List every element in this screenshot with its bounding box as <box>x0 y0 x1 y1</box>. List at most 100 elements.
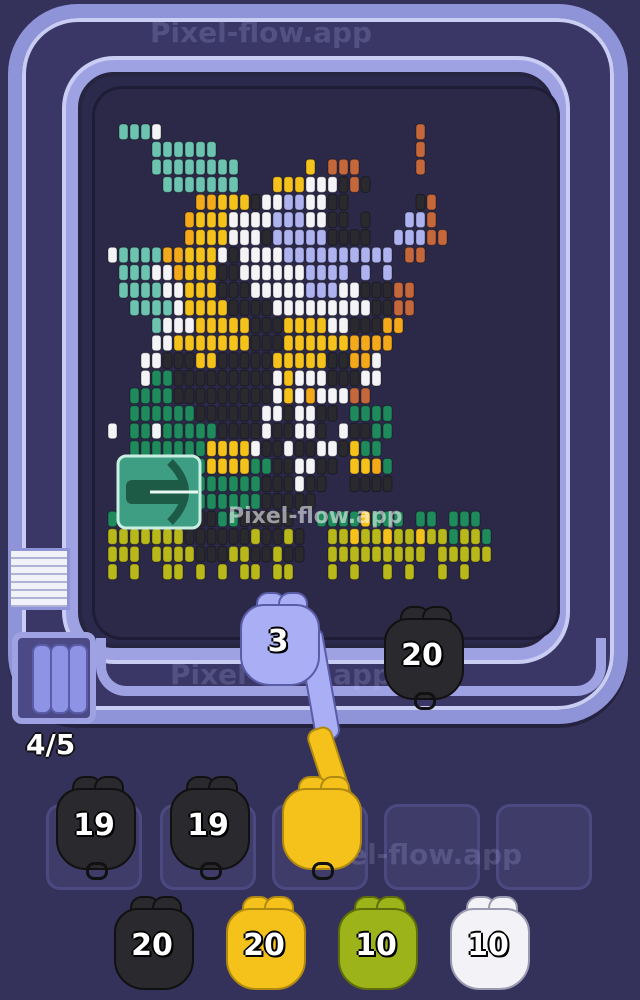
pixel-block <box>261 193 272 211</box>
pixel-block <box>129 422 140 440</box>
pixel-block <box>206 545 217 563</box>
pixel-block <box>360 334 371 352</box>
pixel-block <box>250 211 261 229</box>
bench-shooter[interactable]: 10 <box>442 894 534 994</box>
pixel-block <box>250 281 261 299</box>
pixel-block <box>239 193 250 211</box>
pixel-block <box>151 299 162 317</box>
pixel-block <box>206 176 217 193</box>
pixel-block <box>107 563 118 581</box>
pixel-block <box>217 229 228 246</box>
pixel-block <box>129 545 140 563</box>
slot-shooter-yellow[interactable] <box>274 774 366 880</box>
bench-shooter[interactable]: 20 <box>218 894 310 994</box>
pixel-block <box>393 528 404 545</box>
active-shooter[interactable]: 3 <box>232 590 320 686</box>
shooter-ammo-count: 10 <box>355 928 397 963</box>
pixel-block <box>349 422 360 440</box>
pixel-block <box>316 299 327 317</box>
pixel-block <box>294 422 305 440</box>
pixel-block <box>162 334 173 352</box>
pixel-block <box>173 545 184 563</box>
pixel-block <box>118 246 129 264</box>
pixel-block <box>140 369 151 387</box>
pixel-block <box>415 211 426 229</box>
pixel-block <box>327 264 338 281</box>
pixel-block <box>283 246 294 264</box>
pixel-block <box>349 281 360 299</box>
pixel-block <box>129 246 140 264</box>
pixel-block <box>217 475 228 493</box>
pixel-block <box>162 545 173 563</box>
pixel-block <box>250 563 261 581</box>
shooter-ammo-count: 19 <box>187 808 229 843</box>
slot-shooter[interactable]: 19 <box>48 774 140 880</box>
bench-shooter[interactable]: 20 <box>106 894 198 994</box>
pixel-block <box>349 475 360 493</box>
pixel-block <box>382 405 393 422</box>
shooter-foot-icon <box>86 862 108 880</box>
pixel-block <box>195 264 206 281</box>
pixel-block <box>316 369 327 387</box>
pixel-block <box>338 176 349 193</box>
pixel-block <box>283 281 294 299</box>
pixel-block <box>261 299 272 317</box>
pixel-block <box>316 193 327 211</box>
pixel-block <box>195 193 206 211</box>
pixel-block <box>316 405 327 422</box>
pixel-block <box>195 440 206 457</box>
slot-shooter[interactable]: 19 <box>162 774 254 880</box>
pixel-block <box>261 211 272 229</box>
pixel-block <box>404 229 415 246</box>
pixel-block <box>349 299 360 317</box>
pixel-block <box>360 457 371 475</box>
pixel-block <box>415 510 426 528</box>
pixel-block <box>228 422 239 440</box>
pixel-block <box>173 176 184 193</box>
pixel-block <box>327 440 338 457</box>
bench-shooter[interactable]: 10 <box>330 894 422 994</box>
pixel-block <box>107 246 118 264</box>
pixel-block <box>261 422 272 440</box>
pixel-block <box>415 545 426 563</box>
pixel-block <box>151 528 162 545</box>
pixel-block <box>151 369 162 387</box>
pixel-block <box>349 545 360 563</box>
pixel-block <box>206 440 217 457</box>
pixel-block <box>107 422 118 440</box>
pixel-block <box>118 264 129 281</box>
pixel-block <box>217 440 228 457</box>
pixel-block <box>294 211 305 229</box>
pixel-block <box>195 211 206 229</box>
pixel-block <box>184 176 195 193</box>
pixel-block <box>184 387 195 405</box>
pixel-block <box>316 457 327 475</box>
pixel-block <box>294 229 305 246</box>
pixel-block <box>283 457 294 475</box>
pixel-block <box>217 299 228 317</box>
pixel-block <box>261 387 272 405</box>
pixel-block <box>305 387 316 405</box>
pixel-block <box>360 281 371 299</box>
pixel-block <box>228 369 239 387</box>
pixel-block <box>272 334 283 352</box>
shooter-foot-icon <box>414 692 436 710</box>
pixel-block <box>327 545 338 563</box>
pixel-block <box>294 475 305 493</box>
pixel-block <box>228 528 239 545</box>
pixel-block <box>206 352 217 369</box>
pixel-block <box>327 176 338 193</box>
pixel-block <box>184 229 195 246</box>
pixel-block <box>305 281 316 299</box>
pixel-block <box>195 545 206 563</box>
pixel-block <box>228 387 239 405</box>
pixel-block <box>140 281 151 299</box>
pixel-block <box>140 387 151 405</box>
pixel-block <box>470 528 481 545</box>
pixel-block <box>217 317 228 334</box>
pixel-block <box>294 299 305 317</box>
pixel-block <box>316 475 327 493</box>
pixel-block <box>305 211 316 229</box>
pixel-block <box>316 246 327 264</box>
track-shooter[interactable]: 20 <box>376 604 468 710</box>
